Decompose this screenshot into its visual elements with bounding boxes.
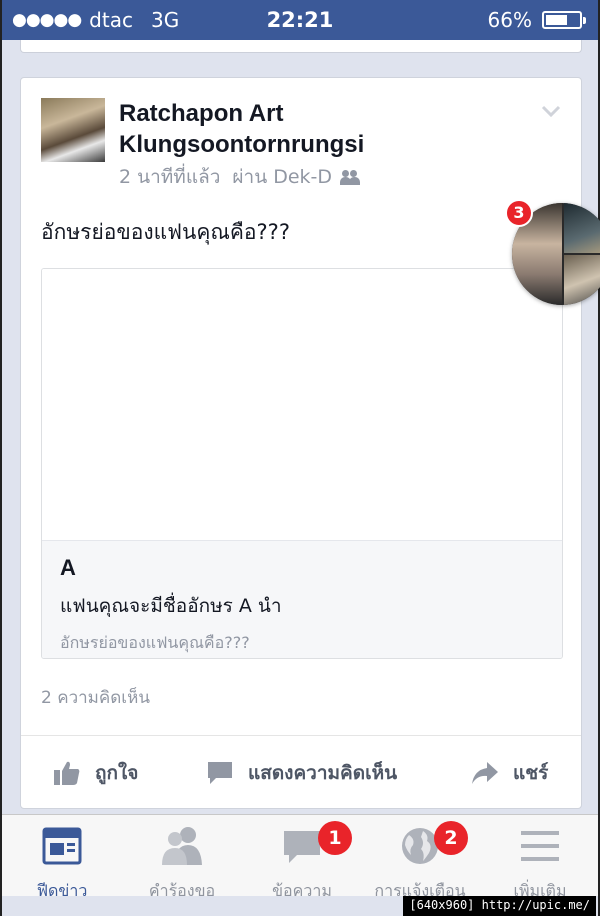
link-caption: อักษรย่อของแฟนคุณคือ??? [60, 633, 250, 652]
friend-requests-icon [162, 827, 202, 865]
link-title: A [60, 555, 76, 580]
tab-news-feed[interactable]: ฟีดข่าว [2, 825, 122, 904]
status-right: 66% [487, 8, 586, 32]
tab-friend-requests[interactable]: คำร้องขอ [122, 825, 242, 904]
tab-notifications[interactable]: 2 การแจ้งเตือน [360, 821, 480, 904]
link-image[interactable] [42, 269, 562, 540]
comment-button[interactable]: แสดงความคิดเห็น [206, 758, 397, 788]
like-label: ถูกใจ [95, 762, 139, 784]
tab-label: ฟีดข่าว [36, 881, 88, 900]
friends-privacy-icon [340, 169, 361, 185]
notifications-badge: 2 [434, 821, 468, 855]
share-button[interactable]: แชร์ [471, 758, 548, 788]
comment-bubble-icon [208, 762, 232, 784]
battery-percent: 66% [487, 8, 532, 32]
chat-head-photo [564, 255, 600, 305]
thumbs-up-icon [54, 761, 80, 785]
messages-icon [284, 831, 320, 863]
tab-more[interactable]: เพิ่มเติม [480, 825, 600, 904]
author-name[interactable]: Ratchapon Art Klungsoontornrungsi [119, 98, 479, 160]
screen: ●●●●● dtac 3G 22:21 66% Ratchapon Art Kl… [0, 0, 600, 916]
messages-badge: 1 [318, 821, 352, 855]
story-actions: ถูกใจ แสดงความคิดเห็น แชร์ [21, 735, 581, 808]
previous-story-card [20, 40, 582, 53]
story-text: อักษรย่อของแฟนคุณคือ??? [41, 220, 290, 244]
chat-head-badge: 3 [505, 199, 533, 227]
link-attachment[interactable]: A แฟนคุณจะมีชื่ออักษร A นำ อักษรย่อของแฟ… [41, 268, 563, 659]
comment-count[interactable]: 2 ความคิดเห็น [41, 684, 150, 711]
battery-fill [546, 15, 568, 25]
feed-story: Ratchapon Art Klungsoontornrungsi 2 นาที… [20, 77, 582, 809]
more-menu-icon [521, 831, 559, 861]
tab-messages[interactable]: 1 ข้อความ [242, 821, 362, 904]
status-bar: ●●●●● dtac 3G 22:21 66% [2, 0, 598, 40]
author-avatar[interactable] [41, 98, 105, 162]
tab-bar: ฟีดข่าว คำร้องขอ 1 ข้อความ 2 การแจ้งเตือ… [2, 814, 598, 900]
tab-label: ข้อความ [272, 881, 332, 900]
watermark: [640x960] http://upic.me/ [403, 896, 596, 916]
story-meta: 2 นาทีที่แล้ว ผ่าน Dek-D [119, 162, 361, 192]
story-time[interactable]: 2 นาทีที่แล้ว [119, 162, 220, 192]
like-button[interactable]: ถูกใจ [53, 758, 138, 788]
news-feed-icon [42, 827, 82, 865]
story-via-app[interactable]: ผ่าน Dek-D [232, 162, 332, 192]
chat-head-photo [564, 203, 600, 253]
link-info[interactable]: A แฟนคุณจะมีชื่ออักษร A นำ อักษรย่อของแฟ… [42, 540, 562, 658]
chevron-down-icon[interactable] [541, 104, 561, 118]
tab-label: คำร้องขอ [148, 881, 216, 900]
link-description: แฟนคุณจะมีชื่ออักษร A นำ [60, 595, 282, 617]
battery-icon [542, 11, 586, 29]
share-label: แชร์ [513, 762, 549, 784]
comment-label: แสดงความคิดเห็น [248, 762, 398, 784]
share-arrow-icon [472, 762, 498, 784]
